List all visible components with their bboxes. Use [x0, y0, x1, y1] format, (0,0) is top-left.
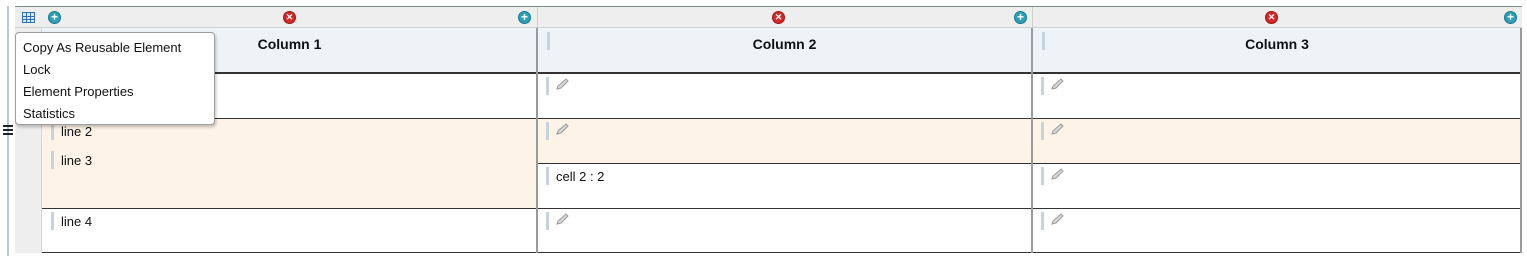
menu-item-lock[interactable]: Lock: [16, 59, 214, 81]
table-editor: + ✕ + ✕ + ✕ + Column 1 Column 2 Column 3: [15, 6, 1522, 253]
menu-item-copy-reusable[interactable]: Copy As Reusable Element: [16, 37, 214, 59]
add-column-before-col1-icon[interactable]: +: [48, 11, 61, 24]
delete-column-1-icon[interactable]: ✕: [283, 11, 296, 24]
text-caret-bar: [1041, 77, 1044, 95]
table-grid: Column 1 Column 2 Column 3 line 2 line 3…: [42, 28, 1522, 253]
row-divider: [42, 208, 1522, 209]
table-icon[interactable]: [22, 12, 35, 23]
column-divider[interactable]: [1031, 28, 1033, 253]
control-divider: [537, 7, 538, 29]
context-menu: Copy As Reusable Element Lock Element Pr…: [15, 32, 215, 125]
column-divider: [1520, 28, 1522, 253]
text-caret-bar: [1041, 167, 1044, 185]
table-cell-r2-c3[interactable]: [1032, 118, 1522, 163]
text-caret-bar: [546, 167, 549, 185]
text-caret-bar: [1041, 212, 1044, 230]
table-cell-r4-c3[interactable]: [1032, 208, 1522, 253]
text-caret-bar: [1041, 122, 1044, 140]
menu-item-statistics[interactable]: Statistics: [16, 103, 214, 125]
table-cell-r1-c2[interactable]: [537, 73, 1032, 118]
add-column-after-col3-icon[interactable]: +: [1504, 11, 1517, 24]
text-caret-bar: [546, 77, 549, 95]
delete-column-2-icon[interactable]: ✕: [772, 11, 785, 24]
row-divider: [42, 118, 1522, 119]
pencil-icon[interactable]: [1050, 212, 1066, 226]
text-caret-bar: [51, 212, 54, 230]
add-column-after-col2-icon[interactable]: +: [1014, 11, 1027, 24]
pencil-icon[interactable]: [1050, 77, 1066, 91]
column-header-label: Column 3: [1245, 36, 1309, 52]
column-controls-row: + ✕ + ✕ + ✕ +: [15, 6, 1522, 29]
table-cell-r3-c3[interactable]: [1032, 163, 1522, 208]
menu-item-element-properties[interactable]: Element Properties: [16, 81, 214, 103]
hamburger-icon[interactable]: [1, 123, 15, 137]
column-header-3[interactable]: Column 3: [1032, 28, 1522, 73]
row-divider: [537, 163, 1522, 164]
delete-column-3-icon[interactable]: ✕: [1265, 11, 1278, 24]
pencil-icon[interactable]: [555, 122, 571, 136]
pencil-icon[interactable]: [555, 77, 571, 91]
control-divider: [1032, 7, 1033, 29]
cell-line-3: line 3: [61, 153, 93, 168]
pencil-icon[interactable]: [1050, 122, 1066, 136]
cell-line-2: line 2: [61, 124, 93, 139]
pencil-icon[interactable]: [1050, 167, 1066, 181]
column-divider[interactable]: [536, 28, 538, 253]
pencil-icon[interactable]: [555, 212, 571, 226]
table-cell-r2-c2[interactable]: [537, 118, 1032, 163]
table-cell-r4-c1[interactable]: line 4: [42, 208, 537, 253]
column-header-2[interactable]: Column 2: [537, 28, 1032, 73]
text-caret-bar: [546, 122, 549, 140]
table-cell-r4-c2[interactable]: [537, 208, 1032, 253]
add-column-after-col1-icon[interactable]: +: [518, 11, 531, 24]
row-divider: [42, 73, 1522, 74]
cell-line-4: line 4: [61, 214, 93, 229]
column-header-label: Column 2: [752, 36, 817, 52]
text-caret-bar: [546, 212, 549, 230]
row-divider: [42, 252, 1522, 253]
table-cell-r1-c3[interactable]: [1032, 73, 1522, 118]
table-cell-r2-c1[interactable]: line 2 line 3: [42, 118, 537, 208]
text-caret-bar: [51, 151, 54, 169]
cell-text: cell 2 : 2: [556, 169, 605, 184]
table-cell-r3-c2[interactable]: cell 2 : 2: [537, 163, 1032, 208]
